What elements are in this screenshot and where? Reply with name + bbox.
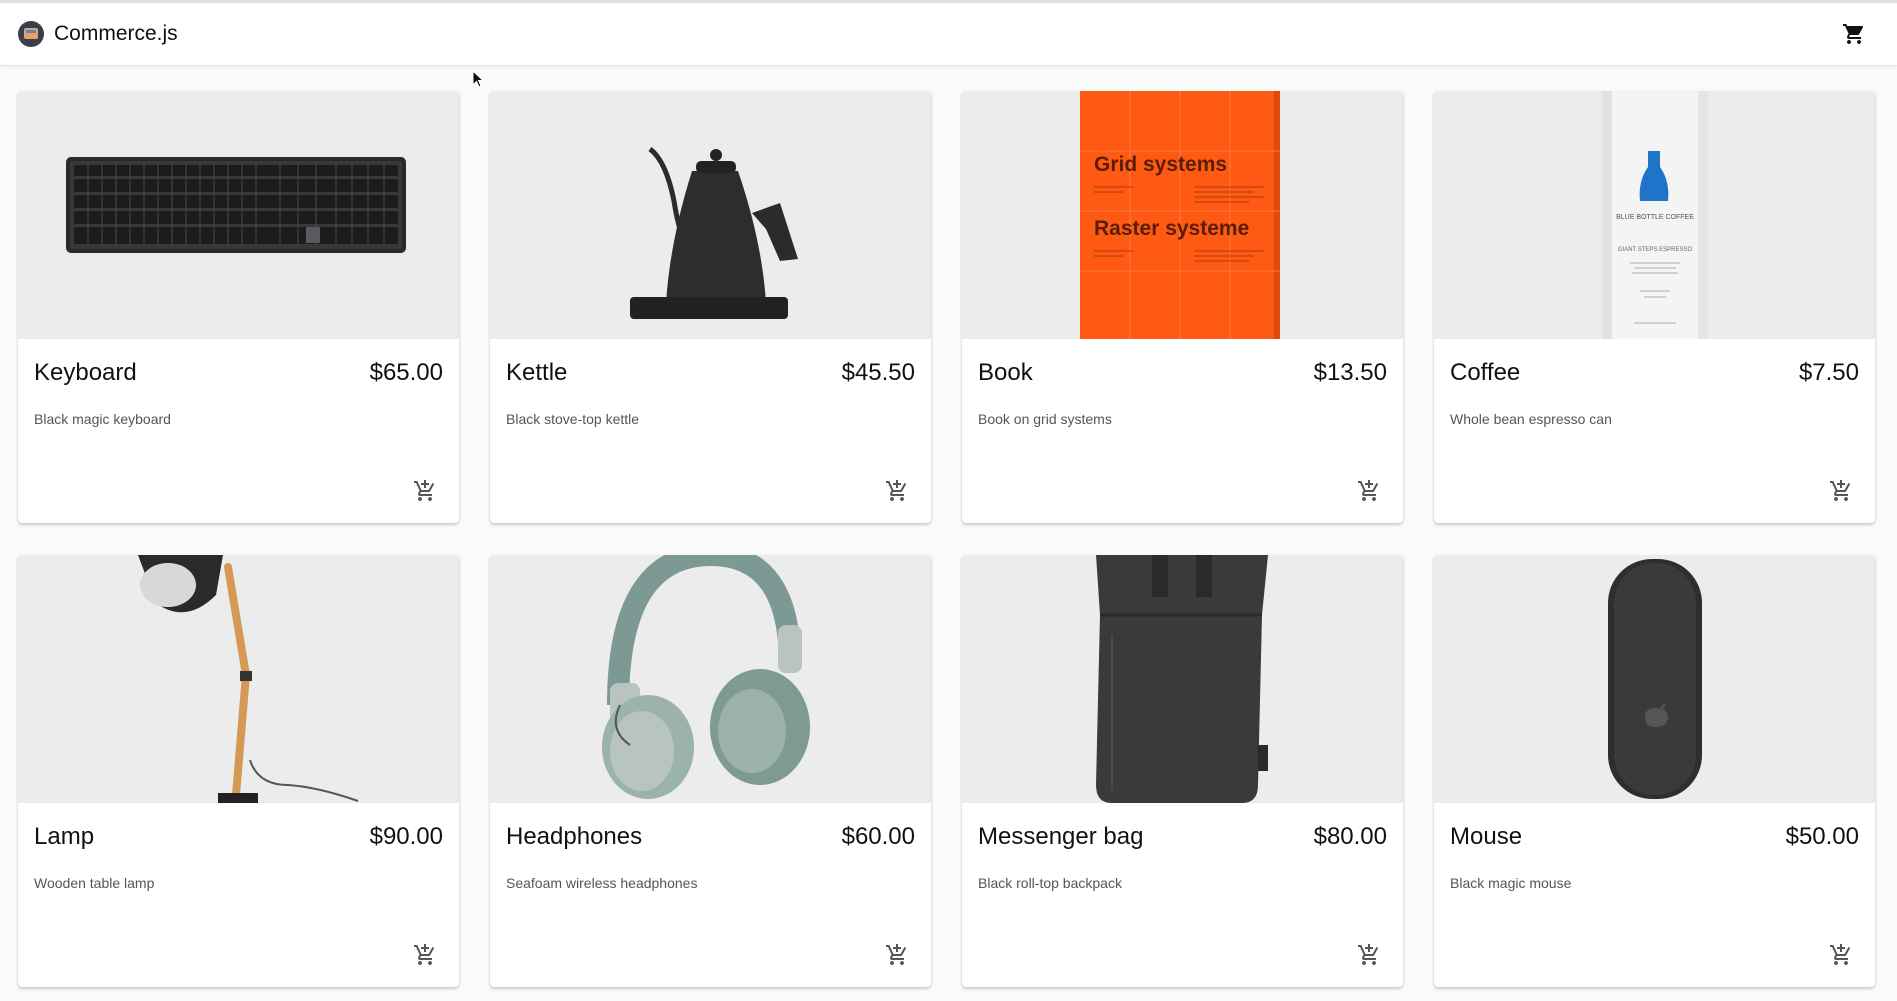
coffee-blend-label: GIANT STEPS ESPRESSO — [1618, 247, 1693, 253]
product-name: Mouse — [1450, 823, 1523, 850]
product-price: $45.50 — [841, 359, 915, 386]
coffee-can-image: BLUE BOTTLE COFFEE GIANT STEPS ESPRESSO — [1602, 91, 1708, 339]
product-name: Lamp — [34, 823, 95, 850]
product-card[interactable]: BLUE BOTTLE COFFEE GIANT STEPS ESPRESSO … — [1434, 91, 1875, 523]
mouse-pointer-icon — [472, 70, 485, 88]
product-grid: Keyboard $65.00 Black magic keyboard Ket… — [18, 91, 1875, 987]
headphones-image — [602, 555, 810, 799]
product-description: Black stove-top kettle — [506, 411, 640, 427]
product-image: BLUE BOTTLE COFFEE GIANT STEPS ESPRESSO — [1434, 91, 1875, 339]
add-to-cart-button[interactable] — [883, 477, 911, 505]
add-to-cart-button[interactable] — [883, 941, 911, 969]
product-card[interactable]: Keyboard $65.00 Black magic keyboard — [18, 91, 459, 523]
product-price: $7.50 — [1798, 359, 1859, 386]
brand[interactable]: Commerce.js — [18, 21, 178, 47]
product-name: Kettle — [506, 359, 568, 386]
add-to-cart-button[interactable] — [411, 941, 439, 969]
product-description: Whole bean espresso can — [1450, 411, 1612, 427]
product-card[interactable]: Headphones $60.00 Seafoam wireless headp… — [490, 555, 931, 987]
book-cover-line2: Raster systeme — [1094, 217, 1249, 240]
product-description: Book on grid systems — [978, 411, 1112, 427]
add-to-cart-button[interactable] — [411, 477, 439, 505]
lamp-image — [138, 555, 359, 803]
product-price: $80.00 — [1313, 823, 1387, 850]
product-price: $13.50 — [1313, 359, 1387, 386]
product-image — [18, 91, 459, 339]
add-shopping-cart-icon — [414, 944, 435, 965]
app-bar: Commerce.js — [0, 0, 1897, 66]
product-image — [490, 555, 931, 803]
add-shopping-cart-icon — [1358, 480, 1379, 501]
add-to-cart-button[interactable] — [1827, 477, 1855, 505]
product-description: Black magic mouse — [1450, 875, 1572, 891]
mouse-image — [1608, 559, 1702, 799]
book-image: Grid systems Raster systeme — [1080, 91, 1280, 339]
product-image — [1434, 555, 1875, 803]
product-price: $50.00 — [1785, 823, 1859, 850]
coffee-brand-label: BLUE BOTTLE COFFEE — [1616, 214, 1694, 221]
add-to-cart-button[interactable] — [1827, 941, 1855, 969]
shopping-cart-icon — [1843, 24, 1864, 44]
add-to-cart-button[interactable] — [1355, 941, 1383, 969]
product-card[interactable]: Mouse $50.00 Black magic mouse — [1434, 555, 1875, 987]
add-shopping-cart-icon — [414, 480, 435, 501]
product-description: Wooden table lamp — [34, 875, 155, 891]
add-shopping-cart-icon — [886, 944, 907, 965]
keyboard-image — [66, 157, 406, 253]
product-price: $90.00 — [369, 823, 443, 850]
add-to-cart-button[interactable] — [1355, 477, 1383, 505]
product-price: $65.00 — [369, 359, 443, 386]
commercejs-logo-icon — [18, 21, 44, 47]
add-shopping-cart-icon — [1358, 944, 1379, 965]
product-image — [490, 91, 931, 339]
book-cover-line1: Grid systems — [1094, 153, 1227, 176]
product-description: Black magic keyboard — [34, 411, 171, 427]
product-card[interactable]: Lamp $90.00 Wooden table lamp — [18, 555, 459, 987]
kettle-image — [630, 147, 798, 319]
add-shopping-cart-icon — [886, 480, 907, 501]
add-shopping-cart-icon — [1830, 944, 1851, 965]
product-image — [18, 555, 459, 803]
cart-button[interactable] — [1839, 19, 1869, 49]
backpack-image — [1096, 555, 1268, 803]
product-name: Headphones — [506, 823, 643, 850]
product-image — [962, 555, 1403, 803]
product-price: $60.00 — [841, 823, 915, 850]
product-name: Keyboard — [34, 359, 137, 386]
product-name: Book — [978, 359, 1033, 386]
product-description: Seafoam wireless headphones — [506, 875, 698, 891]
app-title: Commerce.js — [54, 22, 178, 45]
product-description: Black roll-top backpack — [978, 875, 1122, 891]
product-card[interactable]: Grid systems Raster systeme Book $13.50 … — [962, 91, 1403, 523]
product-name: Coffee — [1450, 359, 1521, 386]
product-image: Grid systems Raster systeme — [962, 91, 1403, 339]
product-card[interactable]: Messenger bag $80.00 Black roll-top back… — [962, 555, 1403, 987]
add-shopping-cart-icon — [1830, 480, 1851, 501]
product-card[interactable]: Kettle $45.50 Black stove-top kettle — [490, 91, 931, 523]
product-name: Messenger bag — [978, 823, 1144, 850]
